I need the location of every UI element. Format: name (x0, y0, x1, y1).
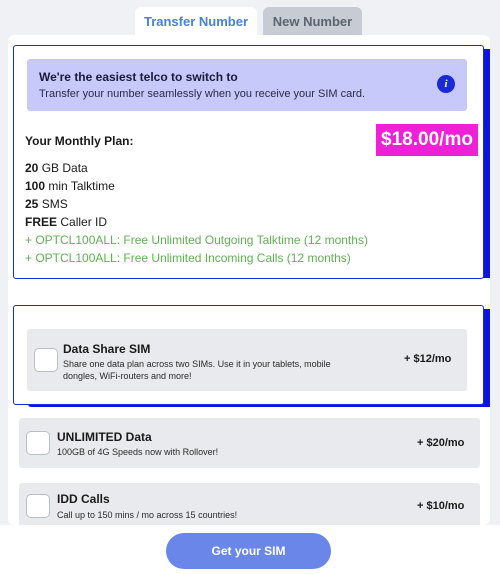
addon-title: IDD Calls (57, 492, 110, 506)
plan-label: Your Monthly Plan: (25, 134, 134, 148)
addon-description: Share one data plan across two SIMs. Use… (63, 358, 331, 382)
addon-unlimited-data[interactable]: UNLIMITED Data 100GB of 4G Speeds now wi… (19, 418, 480, 468)
addon-price: + $20/mo (417, 437, 465, 449)
feature-unit: Caller ID (57, 215, 108, 229)
plan-card: We're the easiest telco to switch to Tra… (13, 45, 484, 279)
banner-title: We're the easiest telco to switch to (39, 70, 238, 84)
feature-data: 20 GB Data (25, 159, 368, 177)
info-icon[interactable]: i (437, 75, 455, 93)
feature-talktime: 100 min Talktime (25, 177, 368, 195)
main-panel: We're the easiest telco to switch to Tra… (8, 35, 490, 525)
price-badge: $18.00/mo (376, 124, 478, 156)
footer-bar: Get your SIM (0, 525, 500, 574)
addon-title: Data Share SIM (63, 342, 151, 356)
addon-price: + $10/mo (417, 500, 465, 512)
plan-features: 20 GB Data 100 min Talktime 25 SMS FREE … (25, 159, 368, 267)
addon-card-data-share[interactable]: Data Share SIM Share one data plan acros… (13, 305, 484, 405)
feature-caller-id: FREE Caller ID (25, 213, 368, 231)
feature-unit: SMS (38, 197, 68, 211)
feature-value: 20 (25, 161, 39, 175)
get-your-sim-button[interactable]: Get your SIM (166, 533, 331, 569)
addon-idd-calls[interactable]: IDD Calls Call up to 150 mins / mo acros… (19, 483, 480, 525)
switch-banner: We're the easiest telco to switch to Tra… (27, 59, 467, 111)
addon-checkbox[interactable] (26, 431, 50, 455)
addon-description-line: dongles, WiFi-routers and more! (63, 371, 192, 381)
feature-unit: min Talktime (45, 179, 115, 193)
addon-description: 100GB of 4G Speeds now with Rollover! (57, 447, 219, 457)
tab-new-number[interactable]: New Number (263, 7, 362, 35)
addon-price: + $12/mo (404, 353, 452, 365)
feature-sms: 25 SMS (25, 195, 368, 213)
addon-description: Call up to 150 mins / mo across 15 count… (57, 510, 238, 520)
addon-description-line: Share one data plan across two SIMs. Use… (63, 359, 331, 369)
promo-outgoing: + OPTCL100ALL: Free Unlimited Outgoing T… (25, 233, 368, 247)
tab-transfer-number[interactable]: Transfer Number (135, 7, 257, 35)
feature-value: 100 (25, 179, 46, 193)
addon-checkbox[interactable] (34, 348, 58, 372)
addon-data-share[interactable]: Data Share SIM Share one data plan acros… (27, 329, 467, 391)
tab-bar: Transfer Number New Number (0, 7, 500, 35)
promo-incoming: + OPTCL100ALL: Free Unlimited Incoming C… (25, 251, 351, 265)
feature-unit: GB Data (38, 161, 88, 175)
banner-subtitle: Transfer your number seamlessly when you… (39, 88, 366, 100)
addon-title: UNLIMITED Data (57, 430, 152, 444)
feature-value: 25 (25, 197, 39, 211)
addon-checkbox[interactable] (26, 494, 50, 518)
feature-value: FREE (25, 215, 58, 229)
